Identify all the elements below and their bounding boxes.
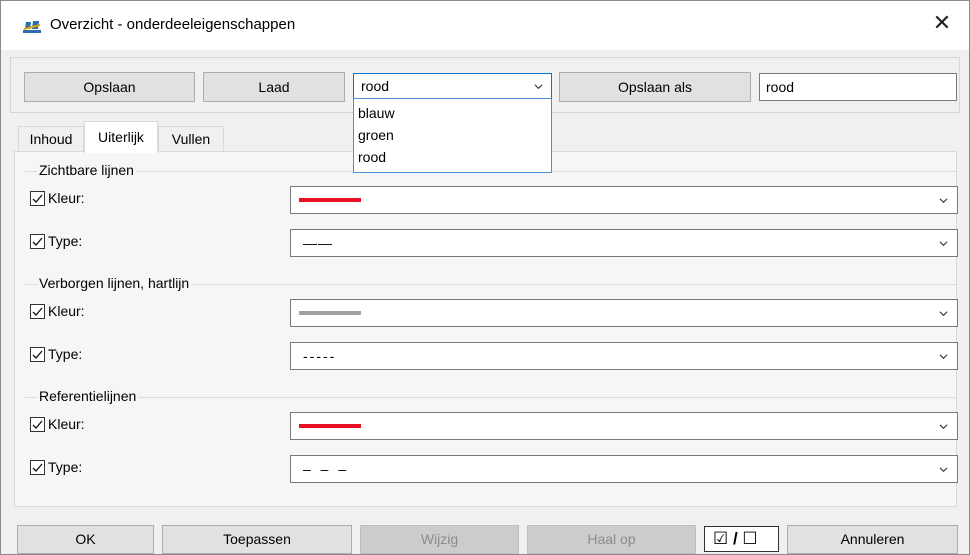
color-swatch — [299, 311, 361, 315]
section-divider — [25, 397, 957, 398]
checkbox-label: Kleur: — [48, 303, 85, 319]
section-title-reference-lines: Referentielijnen — [37, 388, 139, 404]
preset-option-rood[interactable]: rood — [358, 147, 386, 167]
visible-color-select[interactable] — [290, 186, 958, 214]
line-style-preview: – – – — [303, 461, 350, 477]
title-bar: Overzicht - onderdeeleigenschappen ✕ — [0, 0, 970, 50]
checkbox-label: Type: — [48, 346, 83, 362]
cancel-button[interactable]: Annuleren — [787, 525, 958, 554]
window-title: Overzicht - onderdeeleigenschappen — [50, 16, 296, 33]
hidden-type-select[interactable]: ----- — [290, 342, 958, 370]
checkbox-label: Type: — [48, 233, 83, 249]
line-style-preview: ----- — [303, 348, 337, 364]
app-icon — [23, 21, 41, 33]
chevron-down-icon[interactable] — [939, 309, 948, 318]
chevron-down-icon[interactable] — [939, 196, 948, 205]
save-as-button[interactable]: Opslaan als — [559, 72, 751, 102]
preset-dropdown-list[interactable]: blauw groen rood — [353, 98, 552, 173]
toggle-all-checkboxes-button[interactable]: ☑ / ☐ — [704, 526, 779, 552]
preset-select[interactable]: rood — [353, 73, 552, 99]
tab-uiterlijk[interactable]: Uiterlijk — [84, 121, 158, 153]
checkbox-label: Kleur: — [48, 190, 85, 206]
checkbox[interactable] — [30, 191, 45, 206]
save-button[interactable]: Opslaan — [24, 72, 195, 102]
tab-inhoud[interactable]: Inhoud — [18, 126, 84, 152]
load-button[interactable]: Laad — [203, 72, 345, 102]
checkbox[interactable] — [30, 460, 45, 475]
checkbox[interactable] — [30, 347, 45, 362]
ok-button[interactable]: OK — [17, 525, 154, 554]
save-as-name-input[interactable]: rood — [759, 73, 957, 101]
close-icon[interactable]: ✕ — [930, 11, 954, 35]
preset-option-groen[interactable]: groen — [358, 125, 394, 145]
checkbox[interactable] — [30, 417, 45, 432]
line-style-preview: —— — [303, 235, 333, 251]
checkbox[interactable] — [30, 304, 45, 319]
preset-select-value: rood — [361, 78, 390, 94]
color-swatch — [299, 198, 361, 202]
chevron-down-icon[interactable] — [534, 82, 543, 91]
chevron-down-icon[interactable] — [939, 239, 948, 248]
chevron-down-icon[interactable] — [939, 465, 948, 474]
reference-color-select[interactable] — [290, 412, 958, 440]
color-swatch — [299, 424, 361, 428]
checkbox-label: Kleur: — [48, 416, 85, 432]
checkbox-label: Type: — [48, 459, 83, 475]
checkbox[interactable] — [30, 234, 45, 249]
modify-button[interactable]: Wijzig — [360, 525, 519, 554]
preset-option-blauw[interactable]: blauw — [358, 103, 395, 123]
chevron-down-icon[interactable] — [939, 352, 948, 361]
toggle-checkboxes-icon: ☑ / ☐ — [713, 529, 758, 548]
section-title-hidden-lines: Verborgen lijnen, hartlijn — [37, 275, 192, 291]
section-title-visible-lines: Zichtbare lijnen — [37, 162, 136, 178]
hidden-color-select[interactable] — [290, 299, 958, 327]
apply-button[interactable]: Toepassen — [162, 525, 352, 554]
reference-type-select[interactable]: – – – — [290, 455, 958, 483]
tab-vullen[interactable]: Vullen — [158, 126, 224, 152]
fetch-button[interactable]: Haal op — [527, 525, 696, 554]
visible-type-select[interactable]: —— — [290, 229, 958, 257]
chevron-down-icon[interactable] — [939, 422, 948, 431]
